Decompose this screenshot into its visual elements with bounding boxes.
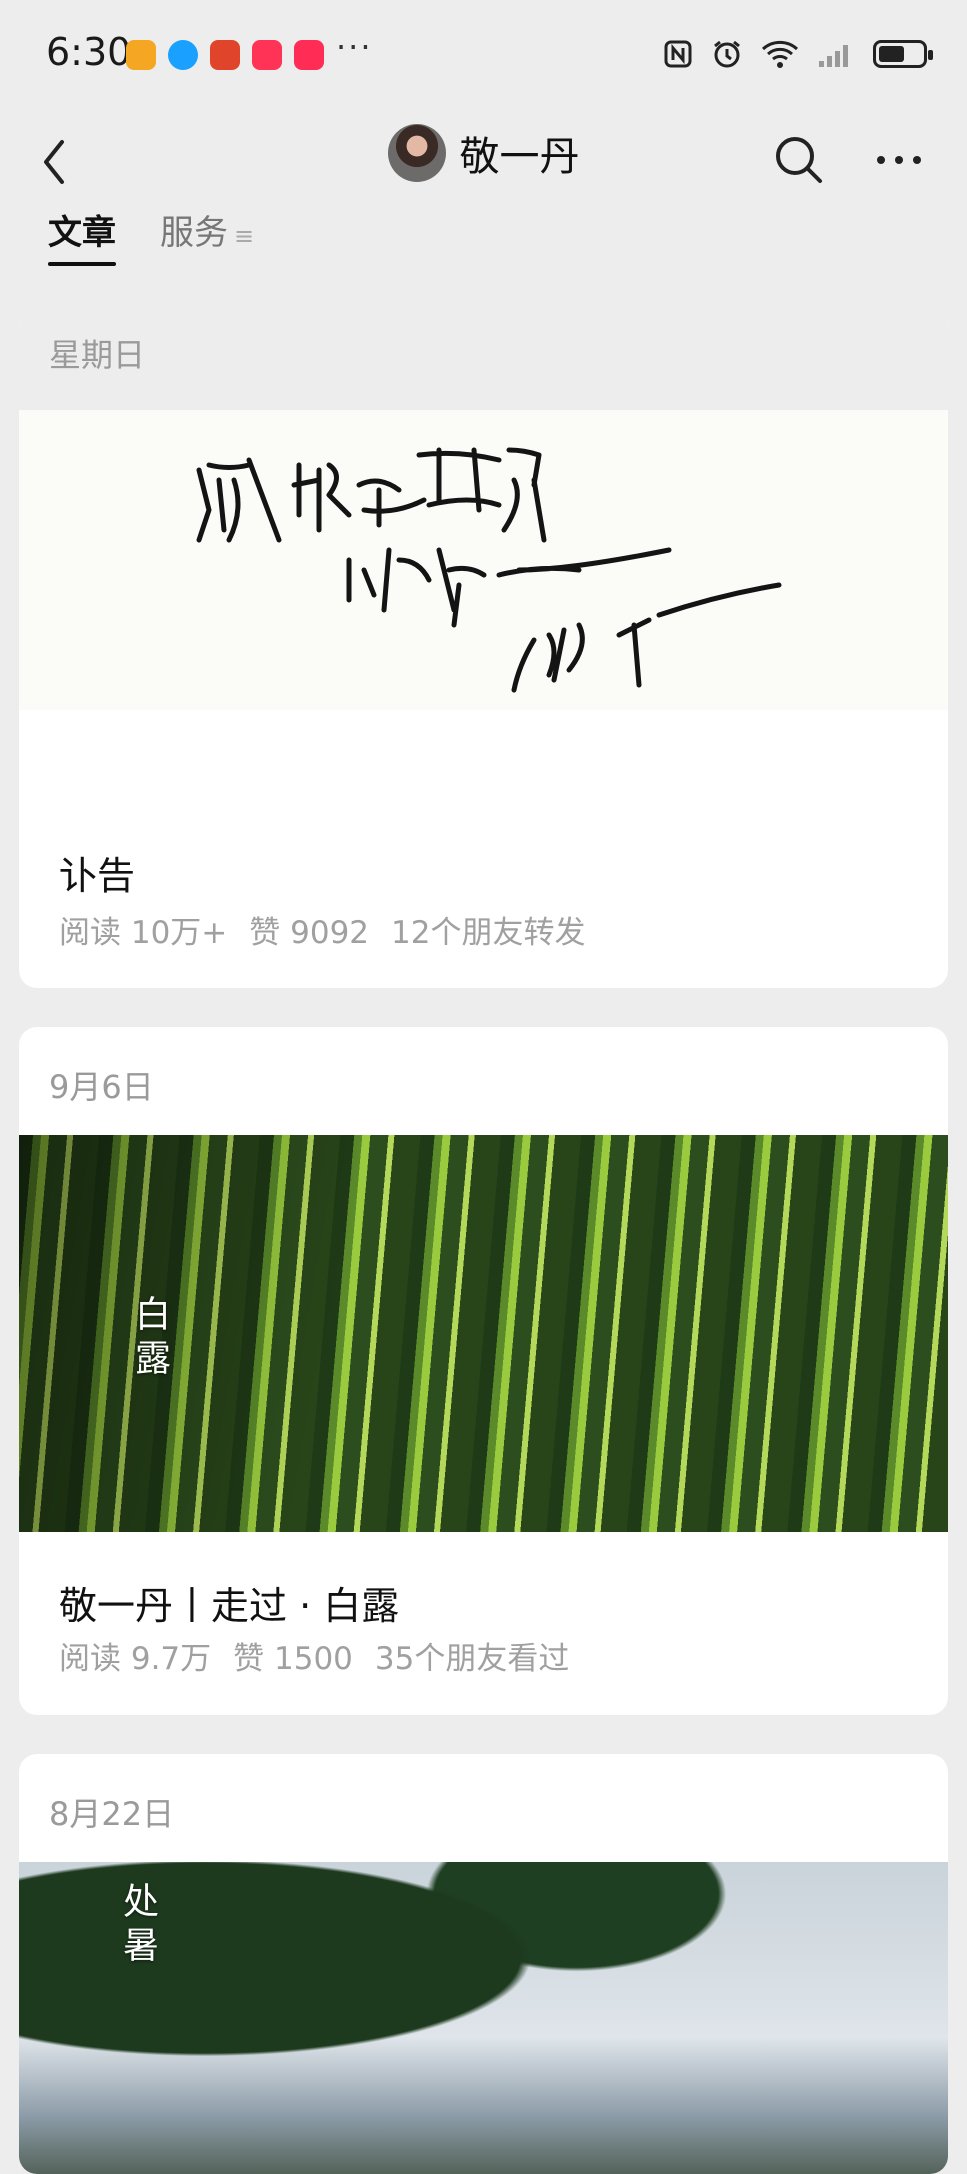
menu-icon: ≡ — [234, 222, 255, 250]
alarm-icon — [714, 40, 740, 68]
notification-icons — [126, 40, 324, 70]
article-cover-image[interactable]: 处暑 — [19, 1862, 948, 2174]
app-notification-icon — [294, 40, 324, 70]
tab-bar: 文章 服务 ≡ — [48, 205, 254, 266]
article-card[interactable]: 星期日 讣告 阅读 10万+ 赞 9092 12个朋友转发 — [19, 310, 948, 988]
article-stats: 阅读 9.7万 赞 1500 35个朋友看过 — [59, 1633, 569, 1678]
battery-level — [879, 46, 905, 62]
article-date: 星期日 — [49, 336, 146, 374]
header: 敬一丹 — [0, 110, 967, 210]
status-time: 6:30 — [46, 30, 132, 74]
article-card[interactable]: 8月22日 处暑 — [19, 1754, 948, 2174]
cover-overlay-text: 白露 — [129, 1295, 170, 1383]
read-count: 阅读 9.7万 — [59, 1641, 212, 1677]
page-title: 敬一丹 — [459, 134, 580, 180]
read-count: 阅读 10万+ — [59, 915, 228, 951]
like-count: 赞 1500 — [233, 1641, 353, 1677]
app-notification-icon — [210, 40, 240, 70]
app-notification-icon — [252, 40, 282, 70]
like-count: 赞 9092 — [249, 915, 370, 951]
tab-services-label: 服务 — [160, 213, 228, 253]
article-cover-image[interactable]: 白露 — [19, 1135, 948, 1532]
battery-icon — [873, 40, 933, 68]
article-date: 8月22日 — [49, 1795, 175, 1833]
article-title: 讣告 — [59, 854, 136, 898]
friends-shared: 12个朋友转发 — [391, 915, 586, 951]
article-stats: 阅读 10万+ 赞 9092 12个朋友转发 — [59, 907, 585, 952]
article-date: 9月6日 — [49, 1068, 154, 1106]
status-bar: 6:30 ··· — [0, 0, 967, 110]
signal-icon — [819, 45, 848, 67]
avatar[interactable] — [387, 124, 446, 182]
app-notification-icon — [126, 40, 156, 70]
tab-articles[interactable]: 文章 — [48, 205, 116, 266]
more-notifications-indicator: ··· — [336, 28, 373, 66]
friends-viewed: 35个朋友看过 — [374, 1641, 570, 1677]
more-options-icon[interactable] — [869, 132, 929, 188]
cover-overlay-text: 处暑 — [117, 1882, 158, 1970]
article-card[interactable]: 9月6日 白露 敬一丹丨走过 · 白露 阅读 9.7万 赞 1500 35个朋友… — [19, 1027, 948, 1715]
wifi-icon — [761, 40, 799, 68]
article-cover-image[interactable] — [19, 410, 948, 710]
tab-services[interactable]: 服务 ≡ — [160, 205, 254, 266]
system-status-icons — [663, 38, 933, 70]
nfc-icon — [664, 40, 692, 68]
article-title: 敬一丹丨走过 · 白露 — [59, 1584, 400, 1628]
app-notification-icon — [168, 40, 198, 70]
search-icon[interactable] — [771, 132, 827, 188]
